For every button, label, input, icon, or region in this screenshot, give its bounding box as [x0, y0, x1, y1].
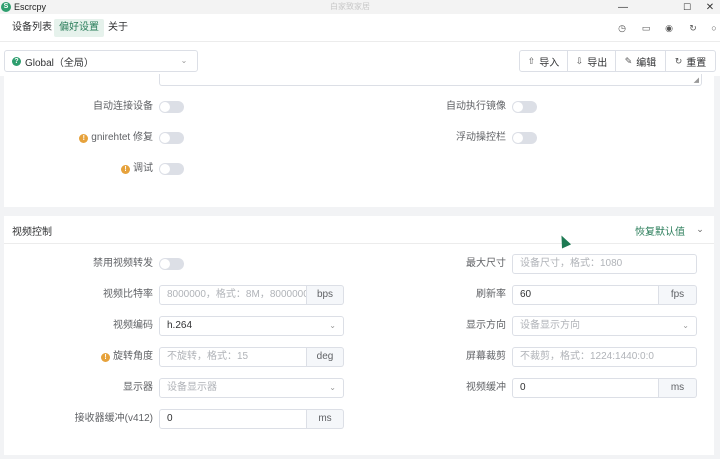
info-icon: ?	[12, 56, 21, 66]
tab-preferences[interactable]: 偏好设置	[54, 19, 104, 37]
video-control-card: 视频控制 恢复默认值 ⌄ 禁用视频转发 最大尺寸 设备尺寸，格式：1080 视频…	[4, 216, 714, 455]
refresh-icon[interactable]: ↻	[687, 22, 699, 34]
disable-video-forward-label: 禁用视频转发	[93, 258, 153, 269]
refresh-icon: ↻	[674, 55, 683, 66]
disable-video-forward-switch[interactable]	[159, 258, 184, 270]
window-titlebar: S Escrcpy 白家致家居 — ☐ ✕	[0, 0, 720, 14]
clock-icon[interactable]: ◷	[616, 22, 628, 34]
search-icon[interactable]: ○	[708, 22, 720, 34]
floating-bar-label: 浮动操控栏	[456, 132, 506, 143]
terminal-icon[interactable]: ▭	[640, 22, 652, 34]
crop-label: 屏幕裁剪	[466, 351, 506, 362]
download-icon: ⇩	[575, 55, 584, 66]
chevron-down-icon: ⌄	[329, 383, 336, 392]
import-button[interactable]: ⇧ 导入	[519, 50, 568, 72]
warning-icon: !	[79, 134, 89, 143]
upload-icon: ⇧	[527, 55, 536, 66]
debug-label: ! 调试	[44, 162, 153, 176]
export-button[interactable]: ⇩ 导出	[567, 50, 616, 72]
video-buffer-input[interactable]: 0	[512, 378, 659, 398]
restore-defaults-button[interactable]: 恢复默认值	[635, 223, 685, 238]
scope-select-value: Global（全局）	[25, 57, 94, 69]
preferences-toolbar: ? Global（全局） ⌄ ⇧ 导入 ⇩ 导出 ✎ 编辑 ↻ 重置	[0, 42, 720, 76]
close-button[interactable]: ✕	[700, 0, 720, 14]
gnirehtet-fix-switch[interactable]	[159, 132, 184, 144]
bitrate-unit: bps	[307, 285, 344, 305]
auto-mirror-switch[interactable]	[512, 101, 537, 113]
floating-bar-switch[interactable]	[512, 132, 537, 144]
warning-icon: !	[121, 165, 130, 174]
refresh-rate-unit: fps	[659, 285, 697, 305]
video-control-header[interactable]: 视频控制 恢复默认值 ⌄	[4, 216, 714, 244]
video-buffer-label: 视频缓冲	[466, 382, 506, 393]
reset-button[interactable]: ↻ 重置	[665, 50, 716, 72]
receiver-buffer-unit: ms	[307, 409, 344, 429]
receiver-buffer-input[interactable]: 0	[159, 409, 307, 429]
crop-input[interactable]: 不裁剪，格式：1224:1440:0:0	[512, 347, 697, 367]
gnirehtet-fix-label: ! gnirehtet 修复	[44, 131, 153, 145]
max-size-input[interactable]: 设备尺寸，格式：1080	[512, 254, 697, 274]
orientation-select[interactable]: 设备显示方向 ⌄	[512, 316, 697, 336]
auto-connect-label: 自动连接设备	[93, 101, 153, 112]
codec-select[interactable]: h.264 ⌄	[159, 316, 344, 336]
refresh-rate-label: 刷新率	[476, 289, 506, 300]
rotation-input[interactable]: 不旋转，格式：15	[159, 347, 307, 367]
bitrate-input[interactable]: 8000000，格式：8M，8000000	[159, 285, 307, 305]
chevron-down-icon[interactable]: ⌄	[694, 224, 706, 235]
receiver-buffer-label: 接收器缓冲(v412)	[74, 413, 153, 424]
tab-about[interactable]: 关于	[103, 19, 133, 37]
rotation-unit: deg	[307, 347, 344, 367]
codec-label: 视频编码	[113, 320, 153, 331]
window-title: Escrcpy	[14, 2, 47, 12]
resize-handle-icon[interactable]: ◢	[694, 77, 699, 84]
watermark: 白家致家居	[330, 2, 370, 11]
warning-icon: !	[101, 353, 110, 362]
maximize-button[interactable]: ☐	[670, 0, 704, 14]
eye-icon[interactable]: ◉	[663, 22, 675, 34]
refresh-rate-input[interactable]: 60	[512, 285, 659, 305]
max-size-label: 最大尺寸	[466, 258, 506, 269]
auto-mirror-label: 自动执行镜像	[446, 101, 506, 112]
custom-args-textarea[interactable]: ◢	[159, 74, 702, 86]
scope-select[interactable]: ? Global（全局） ⌄	[4, 50, 198, 72]
display-label: 显示器	[123, 382, 153, 393]
section-title: 视频控制	[12, 227, 52, 238]
minimize-button[interactable]: —	[606, 0, 640, 14]
rotation-label: ! 旋转角度	[44, 350, 153, 364]
general-settings-card: ◢ 自动连接设备 自动执行镜像 ! gnirehtet 修复 浮动操控栏 ! 调试	[4, 74, 714, 207]
video-buffer-unit: ms	[659, 378, 697, 398]
chevron-down-icon: ⌄	[180, 56, 188, 65]
edit-button[interactable]: ✎ 编辑	[615, 50, 666, 72]
chevron-down-icon: ⌄	[682, 321, 689, 330]
tab-device-list[interactable]: 设备列表	[7, 19, 57, 37]
display-select[interactable]: 设备显示器 ⌄	[159, 378, 344, 398]
bitrate-label: 视频比特率	[103, 289, 153, 300]
chevron-down-icon: ⌄	[329, 321, 336, 330]
orientation-label: 显示方向	[466, 320, 506, 331]
auto-connect-switch[interactable]	[159, 101, 184, 113]
debug-switch[interactable]	[159, 163, 184, 175]
top-nav: 设备列表 偏好设置 关于 ◷ ▭ ◉ ↻ ○	[0, 14, 720, 42]
edit-icon: ✎	[624, 55, 633, 66]
app-logo-icon: S	[1, 2, 11, 12]
